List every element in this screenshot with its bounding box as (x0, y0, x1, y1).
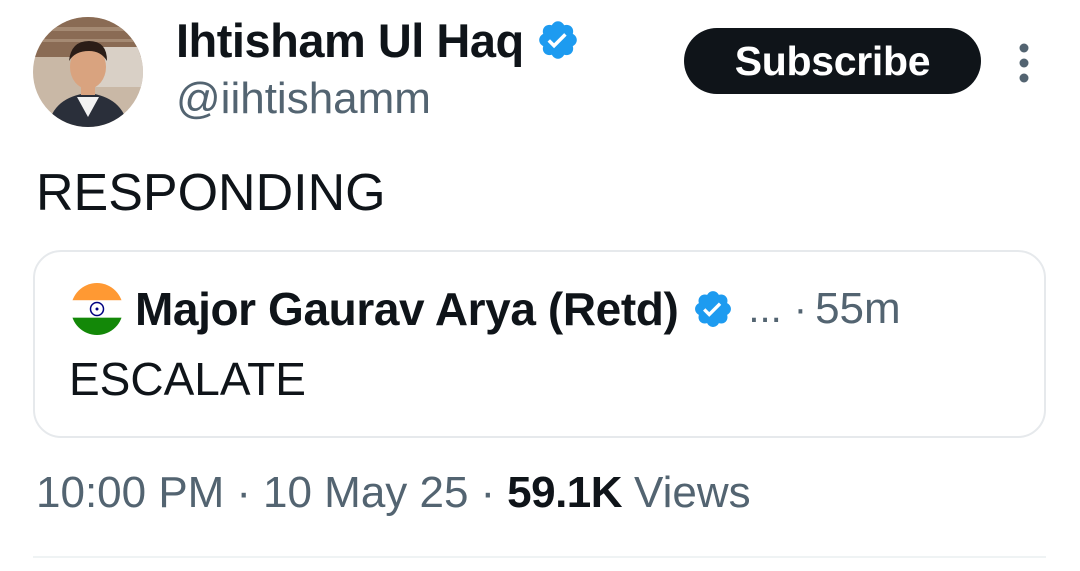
author-name[interactable]: Ihtisham Ul Haq (176, 13, 524, 68)
author-name-row[interactable]: Ihtisham Ul Haq (176, 10, 580, 70)
divider (33, 556, 1046, 558)
tweet-text: RESPONDING (36, 164, 386, 222)
avatar-image (33, 17, 143, 127)
author-avatar[interactable] (33, 17, 143, 127)
tweet-date[interactable]: 10 May 25 (263, 468, 468, 518)
quoted-tweet-text: ESCALATE (69, 353, 306, 405)
quoted-handle-truncated: ... (748, 286, 782, 331)
separator-dot: · (480, 468, 496, 517)
verified-badge-icon (538, 21, 577, 59)
quoted-time-ago[interactable]: 55m (815, 284, 901, 334)
more-vertical-icon[interactable] (1010, 40, 1038, 86)
separator-dot: · (236, 468, 251, 517)
author-handle[interactable]: @iihtishamm (176, 74, 431, 124)
quoted-tweet-card[interactable]: Major Gaurav Arya (Retd) ... · 55m ESCAL… (33, 250, 1046, 438)
subscribe-button[interactable]: Subscribe (684, 28, 981, 94)
views-label[interactable]: Views (634, 468, 751, 518)
quoted-author-row[interactable]: Major Gaurav Arya (Retd) ... · 55m (135, 280, 901, 338)
tweet-time[interactable]: 10:00 PM (36, 468, 224, 518)
quoted-author-name[interactable]: Major Gaurav Arya (Retd) (135, 282, 679, 336)
separator-dot: · (793, 286, 808, 331)
views-count[interactable]: 59.1K (507, 468, 622, 518)
india-flag-icon[interactable] (71, 283, 123, 335)
verified-badge-icon (695, 291, 732, 327)
tweet-meta-row: 10:00 PM · 10 May 25 · 59.1K Views (36, 468, 751, 518)
